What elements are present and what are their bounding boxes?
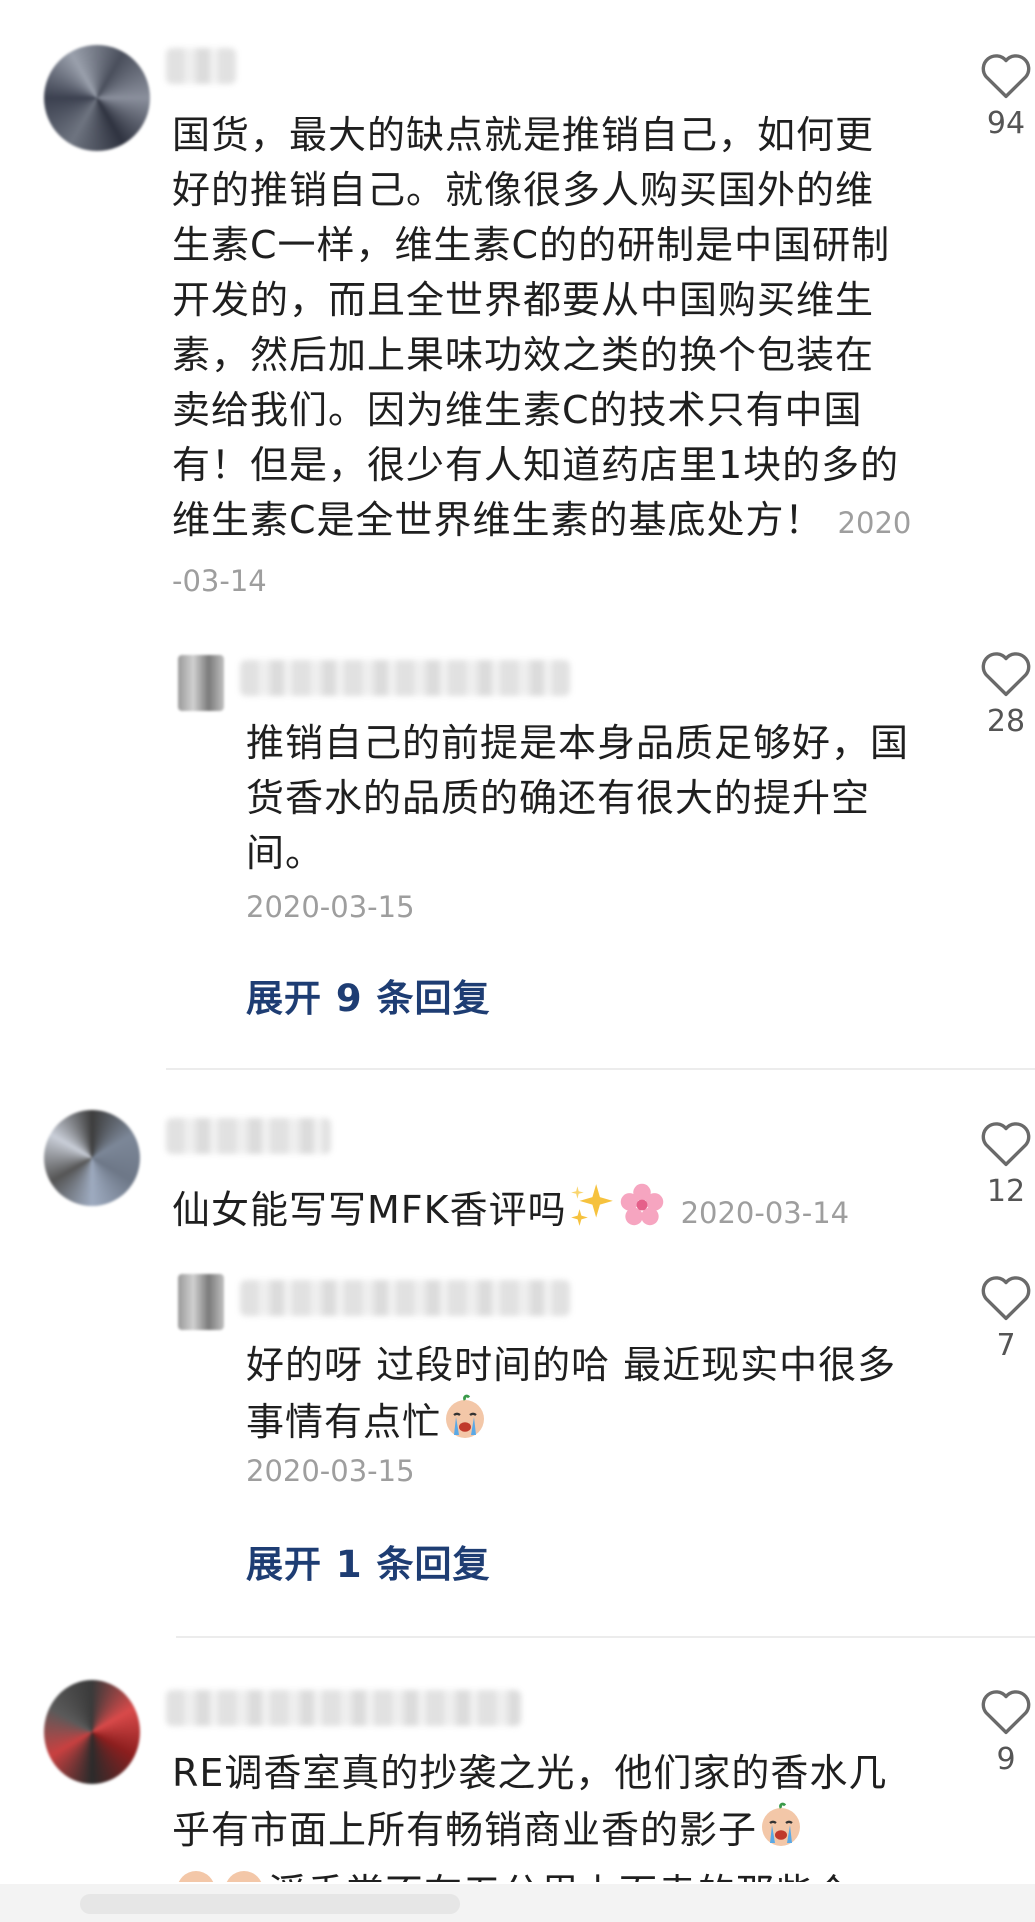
cherry-blossom-emoji (617, 1180, 667, 1245)
expand-replies-link[interactable]: 展开 9 条回复 (246, 968, 491, 1022)
like-count: 12 (986, 1174, 1026, 1209)
like-count: 28 (986, 704, 1026, 739)
like-button[interactable]: 12 (978, 1118, 1034, 1209)
heart-outline-icon (981, 54, 1031, 99)
divider (176, 1636, 1035, 1638)
heart-outline-icon (981, 1276, 1031, 1321)
crying-face-emoji (441, 1393, 489, 1456)
like-count: 7 (996, 1328, 1016, 1363)
comment-text: 仙女能写写MFK香评吗 2020-03-14 (172, 1180, 932, 1245)
like-button[interactable]: 94 (978, 50, 1034, 141)
heart-outline-icon (981, 1690, 1031, 1735)
comment-text: 国货，最大的缺点就是推销自己，如何更好的推销自己。就像很多人购买国外的维生素C一… (172, 113, 912, 598)
reply-date: 2020-03-15 (246, 890, 415, 924)
like-button[interactable]: 9 (978, 1686, 1034, 1777)
comment-input-bar[interactable] (0, 1884, 1035, 1922)
crying-face-emoji (172, 1864, 220, 1882)
comment-date: 2020-03-14 (680, 1196, 850, 1230)
avatar[interactable] (44, 1680, 140, 1784)
reply-avatar[interactable] (178, 655, 224, 711)
expand-replies-link[interactable]: 展开 1 条回复 (246, 1534, 491, 1588)
like-count: 94 (986, 106, 1026, 141)
username-blurred[interactable] (166, 1690, 521, 1726)
comment-text: RE调香室真的抄袭之光，他们家的香水几乎有市面上所有畅销商业香的影子浮香堂不在五… (172, 1746, 912, 1882)
like-count: 9 (996, 1742, 1016, 1777)
heart-outline-icon (981, 652, 1031, 697)
divider (166, 1068, 1035, 1070)
like-button[interactable]: 7 (978, 1272, 1034, 1363)
reply-date: 2020-03-15 (246, 1454, 415, 1488)
heart-outline-icon (981, 1122, 1031, 1167)
like-button[interactable]: 28 (978, 648, 1034, 739)
username-blurred[interactable] (166, 48, 236, 84)
crying-face-emoji (757, 1801, 805, 1864)
reply-username-blurred[interactable] (240, 1280, 570, 1316)
reply-text: 好的呀 过段时间的哈 最近现实中很多事情有点忙 (246, 1338, 926, 1456)
username-blurred[interactable] (166, 1118, 331, 1154)
avatar[interactable] (44, 1110, 140, 1206)
reply-avatar[interactable] (178, 1274, 224, 1330)
reply-username-blurred[interactable] (240, 660, 570, 696)
input-placeholder-bar[interactable] (80, 1894, 460, 1914)
sparkles-emoji (567, 1180, 617, 1245)
reply-text: 推销自己的前提是本身品质足够好，国货香水的品质的确还有很大的提升空间。 (246, 721, 910, 875)
crying-face-emoji (220, 1864, 268, 1882)
avatar[interactable] (44, 45, 150, 151)
